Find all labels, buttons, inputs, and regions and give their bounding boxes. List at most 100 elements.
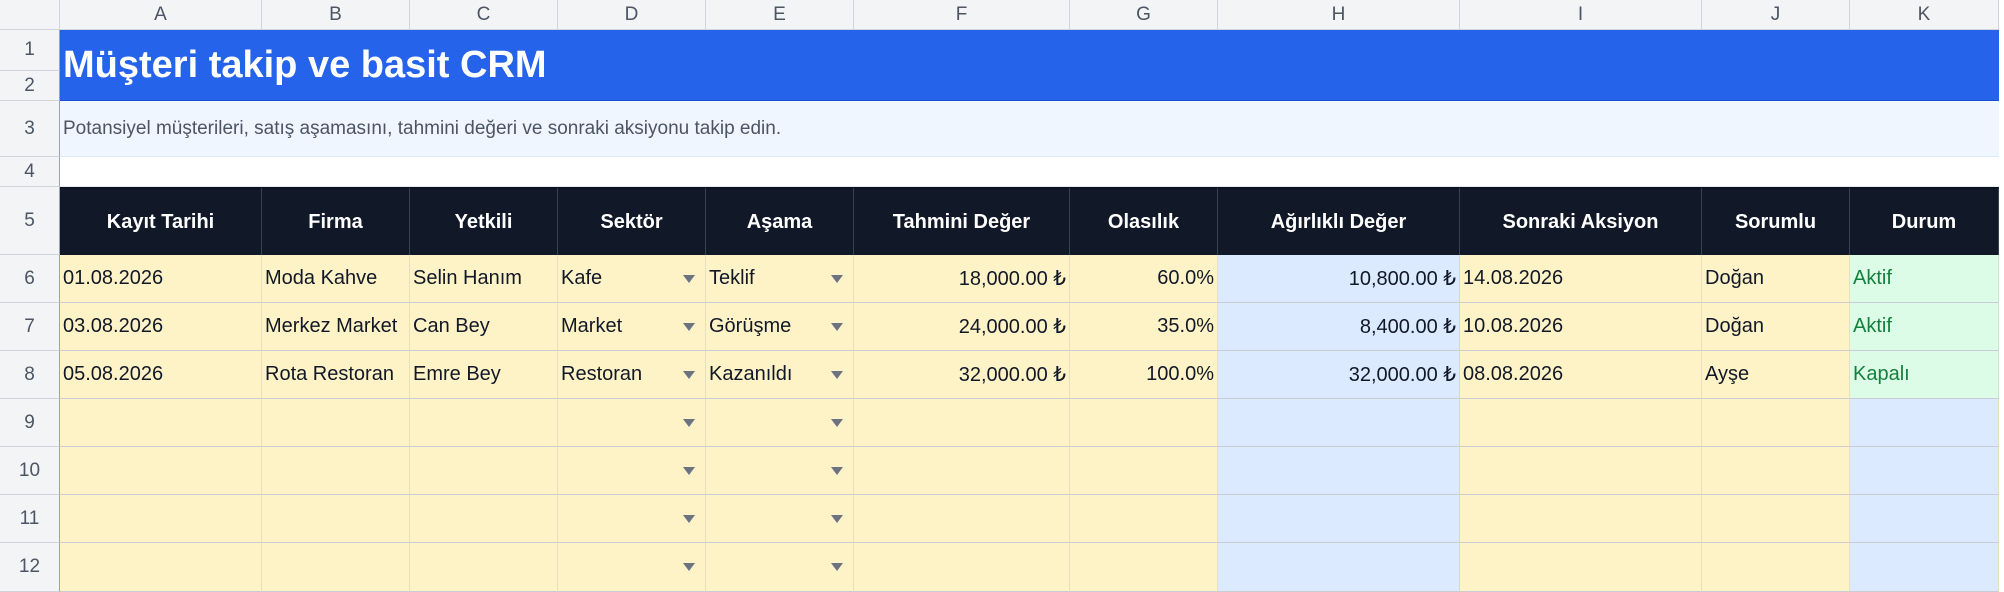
empty-cell-owner[interactable]: [1702, 447, 1850, 495]
empty-cell-contact[interactable]: [410, 399, 558, 447]
column-header-i[interactable]: I: [1460, 0, 1702, 30]
empty-cell-company[interactable]: [262, 399, 410, 447]
column-header-j[interactable]: J: [1702, 0, 1850, 30]
empty-cell-sector[interactable]: [558, 447, 706, 495]
empty-cell-next-action[interactable]: [1460, 399, 1702, 447]
empty-cell-owner[interactable]: [1702, 543, 1850, 592]
empty-cell-probability[interactable]: [1070, 447, 1218, 495]
empty-cell-stage[interactable]: [706, 543, 854, 592]
empty-cell-next-action[interactable]: [1460, 447, 1702, 495]
cell-status[interactable]: Aktif: [1850, 255, 1999, 303]
cell-estimated-value[interactable]: 24,000.00 ₺: [854, 303, 1070, 351]
cell-owner[interactable]: Doğan: [1702, 255, 1850, 303]
empty-cell-contact[interactable]: [410, 447, 558, 495]
column-header-f[interactable]: F: [854, 0, 1070, 30]
cell-sector[interactable]: Market: [558, 303, 706, 351]
column-header-a[interactable]: A: [60, 0, 262, 30]
row-header-8[interactable]: 8: [0, 351, 60, 399]
header-stage[interactable]: Aşama: [706, 187, 854, 255]
empty-cell-owner[interactable]: [1702, 399, 1850, 447]
select-all-corner[interactable]: [0, 0, 60, 30]
empty-cell-probability[interactable]: [1070, 399, 1218, 447]
empty-cell-probability[interactable]: [1070, 495, 1218, 543]
cell-company[interactable]: Rota Restoran: [262, 351, 410, 399]
cell-probability[interactable]: 35.0%: [1070, 303, 1218, 351]
row-header-11[interactable]: 11: [0, 495, 60, 543]
cell-sector[interactable]: Restoran: [558, 351, 706, 399]
sheet-title[interactable]: Müşteri takip ve basit CRM: [60, 30, 1999, 101]
empty-cell-date[interactable]: [60, 543, 262, 592]
empty-cell-weighted-value[interactable]: [1218, 399, 1460, 447]
column-header-k[interactable]: K: [1850, 0, 1999, 30]
header-sector[interactable]: Sektör: [558, 187, 706, 255]
column-header-g[interactable]: G: [1070, 0, 1218, 30]
cell-probability[interactable]: 100.0%: [1070, 351, 1218, 399]
header-next-action[interactable]: Sonraki Aksiyon: [1460, 187, 1702, 255]
column-header-b[interactable]: B: [262, 0, 410, 30]
empty-cell-next-action[interactable]: [1460, 543, 1702, 592]
empty-cell-estimated-value[interactable]: [854, 543, 1070, 592]
empty-cell-stage[interactable]: [706, 447, 854, 495]
empty-cell-date[interactable]: [60, 447, 262, 495]
cell-stage[interactable]: Kazanıldı: [706, 351, 854, 399]
cell-weighted-value[interactable]: 10,800.00 ₺: [1218, 255, 1460, 303]
cell-date[interactable]: 01.08.2026: [60, 255, 262, 303]
empty-cell-company[interactable]: [262, 447, 410, 495]
empty-cell-status[interactable]: [1850, 447, 1999, 495]
column-header-c[interactable]: C: [410, 0, 558, 30]
header-owner[interactable]: Sorumlu: [1702, 187, 1850, 255]
empty-cell-estimated-value[interactable]: [854, 495, 1070, 543]
empty-cell-contact[interactable]: [410, 495, 558, 543]
cell-stage[interactable]: Teklif: [706, 255, 854, 303]
cell-probability[interactable]: 60.0%: [1070, 255, 1218, 303]
empty-cell-date[interactable]: [60, 399, 262, 447]
empty-cell-estimated-value[interactable]: [854, 399, 1070, 447]
empty-cell-company[interactable]: [262, 543, 410, 592]
empty-cell-date[interactable]: [60, 495, 262, 543]
cell-weighted-value[interactable]: 32,000.00 ₺: [1218, 351, 1460, 399]
empty-cell-stage[interactable]: [706, 495, 854, 543]
empty-cell-sector[interactable]: [558, 495, 706, 543]
row-header-3[interactable]: 3: [0, 101, 60, 157]
empty-cell-status[interactable]: [1850, 495, 1999, 543]
empty-cell-estimated-value[interactable]: [854, 447, 1070, 495]
cell-next-action[interactable]: 08.08.2026: [1460, 351, 1702, 399]
header-status[interactable]: Durum: [1850, 187, 1999, 255]
empty-cell-next-action[interactable]: [1460, 495, 1702, 543]
empty-cell-weighted-value[interactable]: [1218, 447, 1460, 495]
cell-status[interactable]: Aktif: [1850, 303, 1999, 351]
header-contact[interactable]: Yetkili: [410, 187, 558, 255]
cell-stage[interactable]: Görüşme: [706, 303, 854, 351]
cell-owner[interactable]: Doğan: [1702, 303, 1850, 351]
header-weighted-value[interactable]: Ağırlıklı Değer: [1218, 187, 1460, 255]
column-header-d[interactable]: D: [558, 0, 706, 30]
cell-contact[interactable]: Can Bey: [410, 303, 558, 351]
empty-cell-probability[interactable]: [1070, 543, 1218, 592]
cell-weighted-value[interactable]: 8,400.00 ₺: [1218, 303, 1460, 351]
cell-contact[interactable]: Selin Hanım: [410, 255, 558, 303]
empty-cell-status[interactable]: [1850, 543, 1999, 592]
cell-company[interactable]: Merkez Market: [262, 303, 410, 351]
column-header-e[interactable]: E: [706, 0, 854, 30]
row-header-10[interactable]: 10: [0, 447, 60, 495]
empty-cell-sector[interactable]: [558, 399, 706, 447]
row-header-1[interactable]: 1: [0, 30, 60, 71]
row-header-5[interactable]: 5: [0, 187, 60, 255]
cell-next-action[interactable]: 14.08.2026: [1460, 255, 1702, 303]
empty-cell-stage[interactable]: [706, 399, 854, 447]
column-header-h[interactable]: H: [1218, 0, 1460, 30]
row-header-9[interactable]: 9: [0, 399, 60, 447]
empty-cell-contact[interactable]: [410, 543, 558, 592]
cell-contact[interactable]: Emre Bey: [410, 351, 558, 399]
row-header-6[interactable]: 6: [0, 255, 60, 303]
row-header-2[interactable]: 2: [0, 71, 60, 101]
empty-cell-company[interactable]: [262, 495, 410, 543]
cell-date[interactable]: 03.08.2026: [60, 303, 262, 351]
empty-cell-status[interactable]: [1850, 399, 1999, 447]
header-estimated-value[interactable]: Tahmini Değer: [854, 187, 1070, 255]
cell-estimated-value[interactable]: 32,000.00 ₺: [854, 351, 1070, 399]
cell-company[interactable]: Moda Kahve: [262, 255, 410, 303]
spacer-row[interactable]: [60, 157, 1999, 187]
cell-status[interactable]: Kapalı: [1850, 351, 1999, 399]
row-header-12[interactable]: 12: [0, 543, 60, 592]
